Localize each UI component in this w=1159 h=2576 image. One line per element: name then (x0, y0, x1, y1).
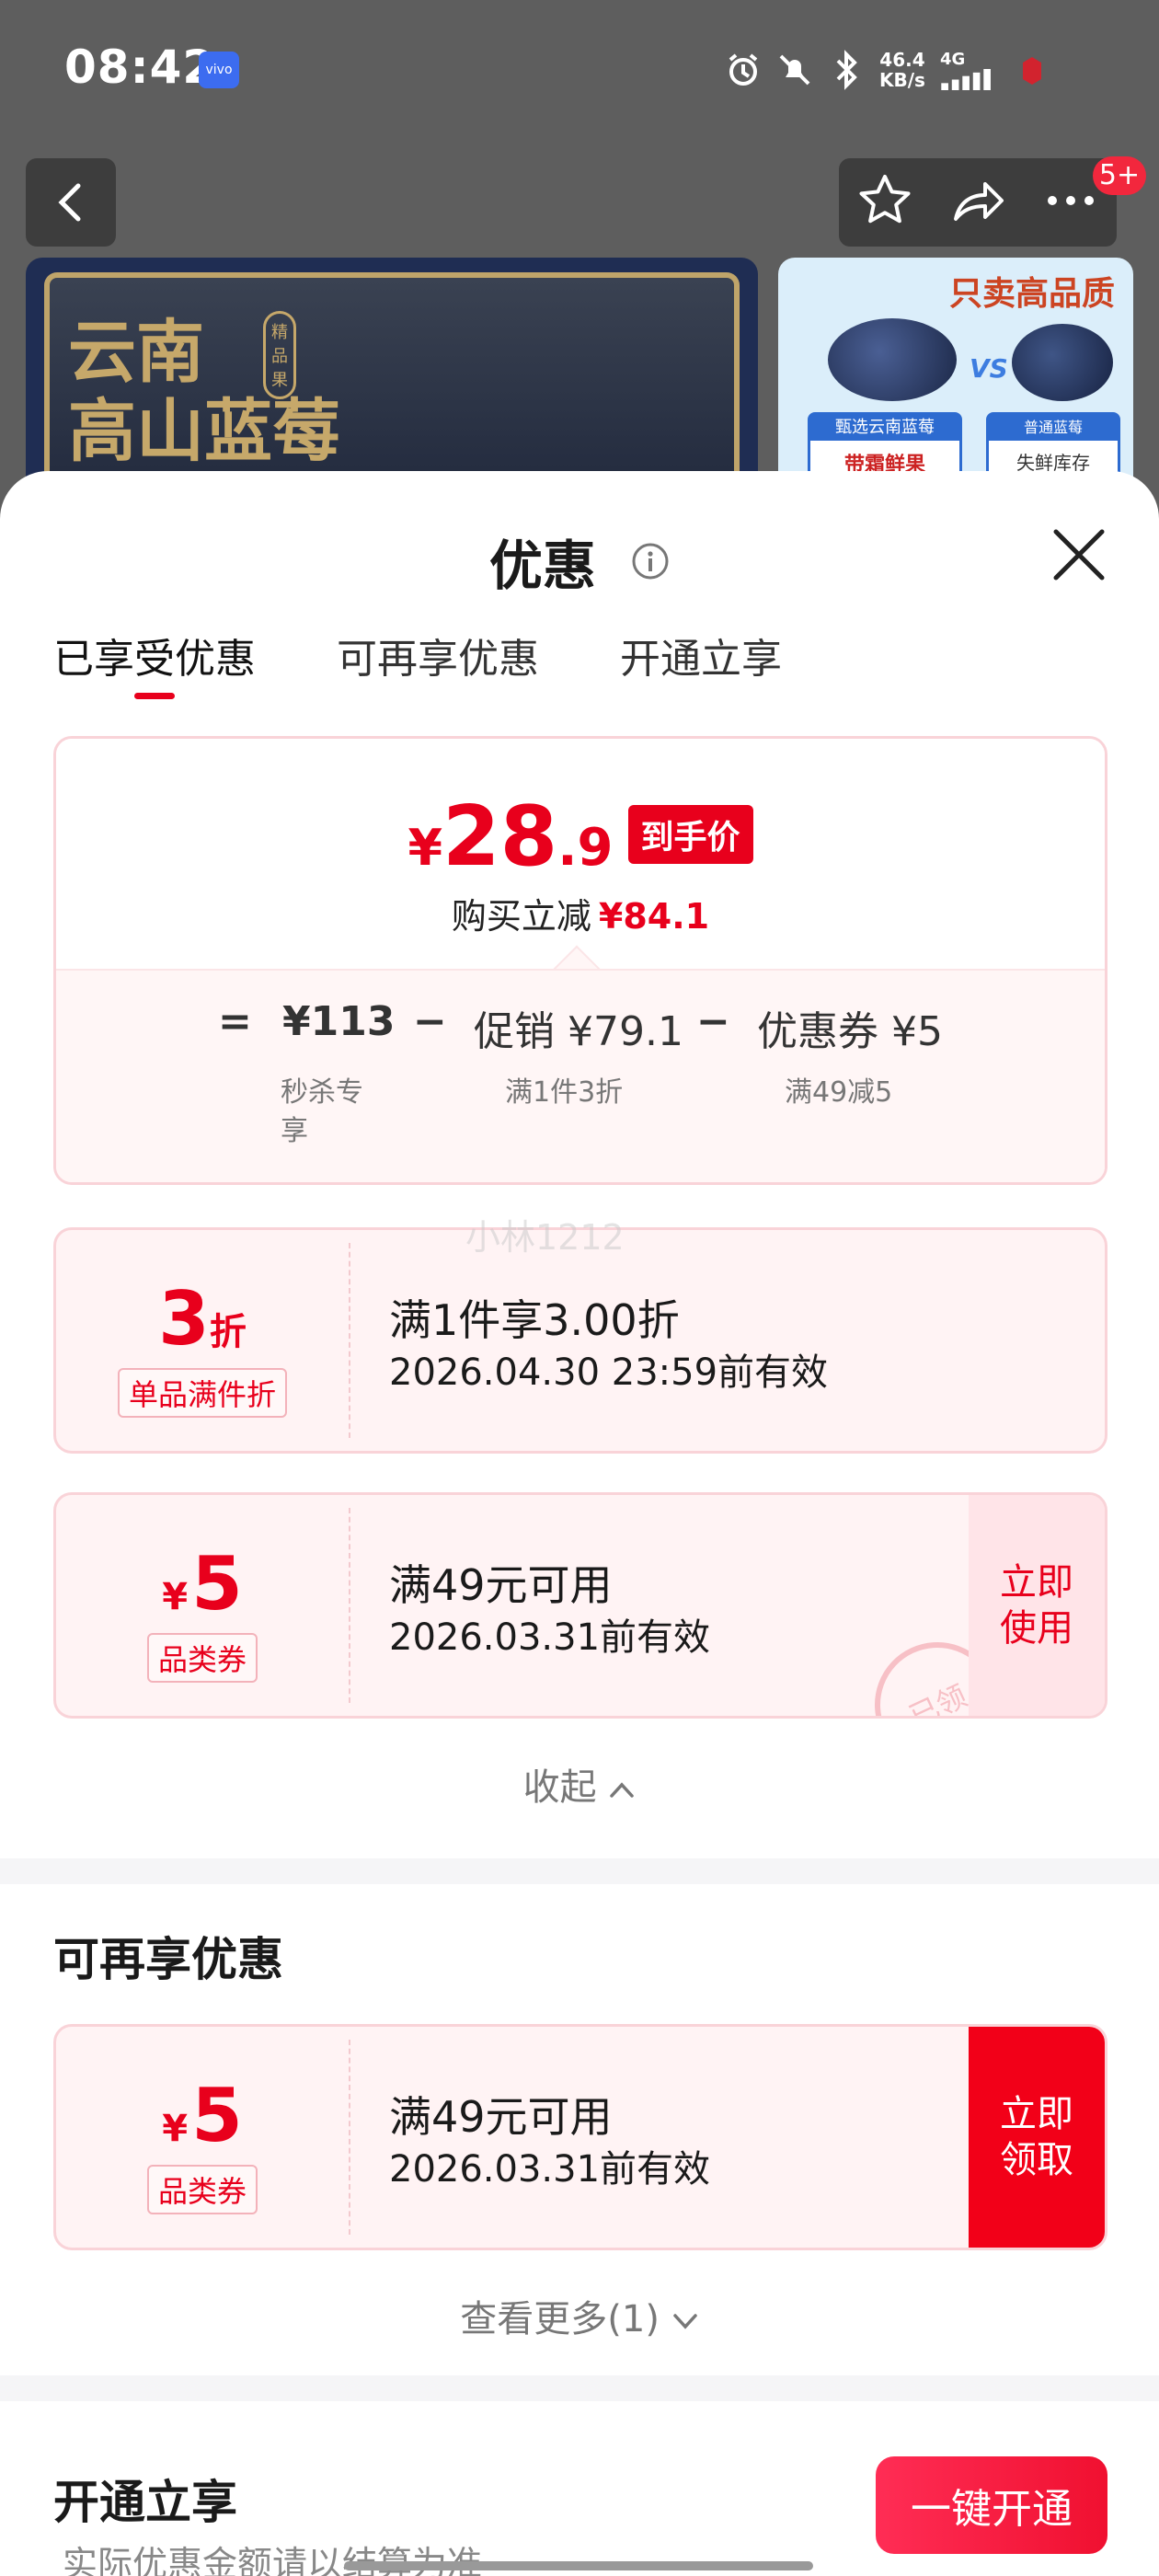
info-icon[interactable] (631, 542, 670, 581)
coupon-validity: 2026.03.31前有效 (389, 2148, 711, 2191)
alarm-icon (725, 50, 762, 90)
use-now-button[interactable]: 立即使用 (969, 1495, 1105, 1716)
base-price: ¥113 (282, 998, 396, 1045)
promo-amount: 促销 ¥79.1 (474, 1008, 683, 1055)
promo-note: 满1件3折 (505, 1076, 624, 1109)
chevron-up-icon (610, 1782, 635, 1798)
chevron-left-icon (58, 183, 81, 222)
back-button[interactable] (26, 158, 116, 247)
message-badge: 5+ (1093, 156, 1146, 195)
discount-validity: 2026.04.30 23:59前有效 (389, 1351, 829, 1394)
available-section-title: 可再享优惠 (53, 1933, 283, 1986)
discount-condition: 满1件享3.00折 (389, 1295, 680, 1345)
mute-bell-icon (776, 50, 813, 90)
status-time: 08:42 (64, 40, 216, 94)
discount-type-badge: 单品满件折 (117, 1368, 288, 1418)
favorite-star-icon[interactable] (855, 171, 914, 234)
coupon-value: ¥5 (162, 1541, 243, 1627)
final-price: ¥28.9 到手价 (56, 788, 1105, 885)
home-indicator[interactable] (344, 2561, 813, 2570)
vs-label: VS (970, 353, 1008, 384)
banner-tag: 精品果 (263, 311, 296, 399)
banner-title: 云南 高山蓝莓 (68, 313, 340, 471)
coupon-validity: 2026.03.31前有效 (389, 1616, 711, 1659)
minus-sign-2: − (696, 998, 730, 1045)
view-more-button[interactable]: 查看更多(1) (0, 2289, 1159, 2342)
network-speed: 46.4 KB/s (879, 49, 925, 91)
blueberry-image (828, 318, 957, 401)
sheet-title: 优惠 (0, 523, 1159, 600)
battery-icon (1014, 50, 1050, 90)
discount-card-item: 3折 单品满件折 满1件享3.00折 2026.04.30 23:59前有效 (53, 1227, 1107, 1454)
final-price-tag: 到手价 (627, 805, 753, 864)
more-dots-icon[interactable] (1041, 171, 1100, 234)
base-price-note: 秒杀专享 (281, 1076, 363, 1147)
signal-icon: 4G (940, 50, 999, 90)
collapse-button[interactable]: 收起 (0, 1757, 1159, 1811)
section-divider (0, 2375, 1159, 2401)
coupon-note: 满49减5 (785, 1076, 893, 1109)
coupon-card-item: ¥5 品类券 满49元可用 2026.03.31前有效 已领 立即使用 (53, 1492, 1107, 1719)
blueberry-image-compare (1012, 324, 1113, 401)
coupon-condition: 满49元可用 (389, 1560, 613, 1610)
banner-slogan: 只卖高品质 (948, 274, 1115, 313)
activate-section-title: 开通立享 (53, 2476, 237, 2529)
activate-button[interactable]: 一键开通 (876, 2456, 1107, 2554)
discount-value: 3折 (158, 1276, 247, 1362)
status-icons: 46.4 KB/s 4G (725, 44, 1050, 96)
top-action-group (839, 158, 1117, 247)
close-icon[interactable] (1049, 524, 1109, 585)
tab-activate[interactable]: 开通立享 (620, 626, 782, 690)
tab-available[interactable]: 可再享优惠 (337, 626, 539, 690)
coupon-condition: 满49元可用 (389, 2092, 613, 2142)
status-bar: 08:42 vivo 46.4 KB/s 4G (0, 0, 1159, 138)
coupon-type-badge: 品类券 (146, 2165, 258, 2214)
coupon-card-item: ¥5 品类券 满49元可用 2026.03.31前有效 立即领取 (53, 2024, 1107, 2250)
tab-enjoyed[interactable]: 已享受优惠 (53, 626, 256, 699)
chevron-down-icon (672, 2314, 697, 2329)
claim-now-button[interactable]: 立即领取 (969, 2027, 1105, 2248)
coupon-value: ¥5 (162, 2073, 243, 2158)
minus-sign-1: − (413, 998, 447, 1045)
price-summary-card: ¥28.9 到手价 购买立减 ¥84.1 = ¥113 秒杀专享 − 促销 ¥79.… (53, 736, 1107, 1185)
watermark-text: 小林1212 (465, 1217, 625, 1258)
bluetooth-icon (828, 50, 865, 90)
coupon-amount: 优惠券 ¥5 (757, 1008, 943, 1055)
equals-sign: = (218, 998, 252, 1045)
coupon-type-badge: 品类券 (146, 1633, 258, 1683)
price-breakdown: = ¥113 秒杀专享 − 促销 ¥79.1 满1件3折 − 优惠券 ¥5 满4… (56, 969, 1105, 1182)
discount-tabs: 已享受优惠 可再享优惠 开通立享 (53, 626, 782, 699)
share-icon[interactable] (948, 171, 1007, 234)
saving-line: 购买立减 ¥84.1 (451, 896, 710, 937)
vivo-logo-icon: vivo (199, 52, 239, 88)
discount-sheet: 优惠 已享受优惠 可再享优惠 开通立享 ¥28.9 到手价 购买立减 ¥84.1 =… (0, 471, 1159, 2576)
section-divider (0, 1858, 1159, 1884)
